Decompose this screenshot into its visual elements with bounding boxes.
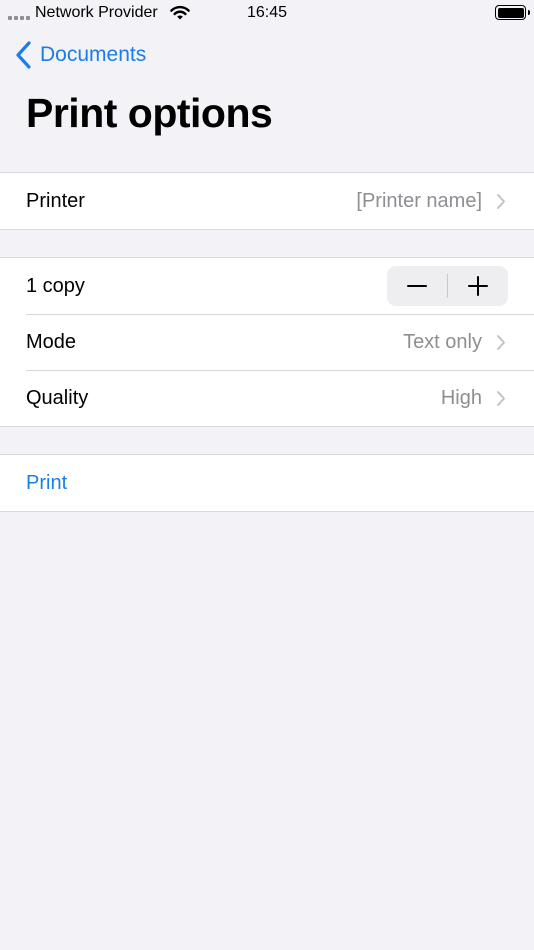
print-button[interactable]: Print (0, 455, 534, 511)
status-time: 16:45 (246, 4, 288, 21)
plus-icon (468, 276, 488, 296)
back-button[interactable]: Documents (14, 38, 146, 72)
increment-button[interactable] (448, 266, 508, 306)
copies-stepper[interactable] (387, 266, 508, 306)
mode-label: Mode (26, 330, 77, 353)
mode-row[interactable]: Mode Text only (0, 314, 534, 370)
back-button-label: Documents (40, 43, 147, 66)
quality-value: High (440, 386, 482, 409)
printer-group: Printer [Printer name] (0, 172, 534, 230)
page-title: Print options (26, 90, 273, 136)
copies-row: 1 copy (0, 258, 534, 314)
settings-group: 1 copy Mode Text only Quality High (0, 257, 534, 427)
battery-icon (495, 5, 530, 20)
decrement-button[interactable] (387, 266, 447, 306)
chevron-right-icon (497, 334, 505, 350)
printer-label: Printer (26, 189, 85, 212)
printer-row[interactable]: Printer [Printer name] (0, 173, 534, 229)
quality-row[interactable]: Quality High (0, 370, 534, 426)
printer-value: [Printer name] (356, 189, 482, 212)
mode-value: Text only (403, 330, 482, 353)
chevron-left-icon (16, 41, 31, 69)
chevron-right-icon (497, 193, 505, 209)
quality-label: Quality (26, 386, 89, 409)
print-button-label: Print (26, 471, 68, 494)
status-bar: Network Provider 16:45 (0, 0, 534, 28)
minus-icon (407, 285, 427, 287)
chevron-right-icon (497, 390, 505, 406)
action-group: Print (0, 454, 534, 512)
